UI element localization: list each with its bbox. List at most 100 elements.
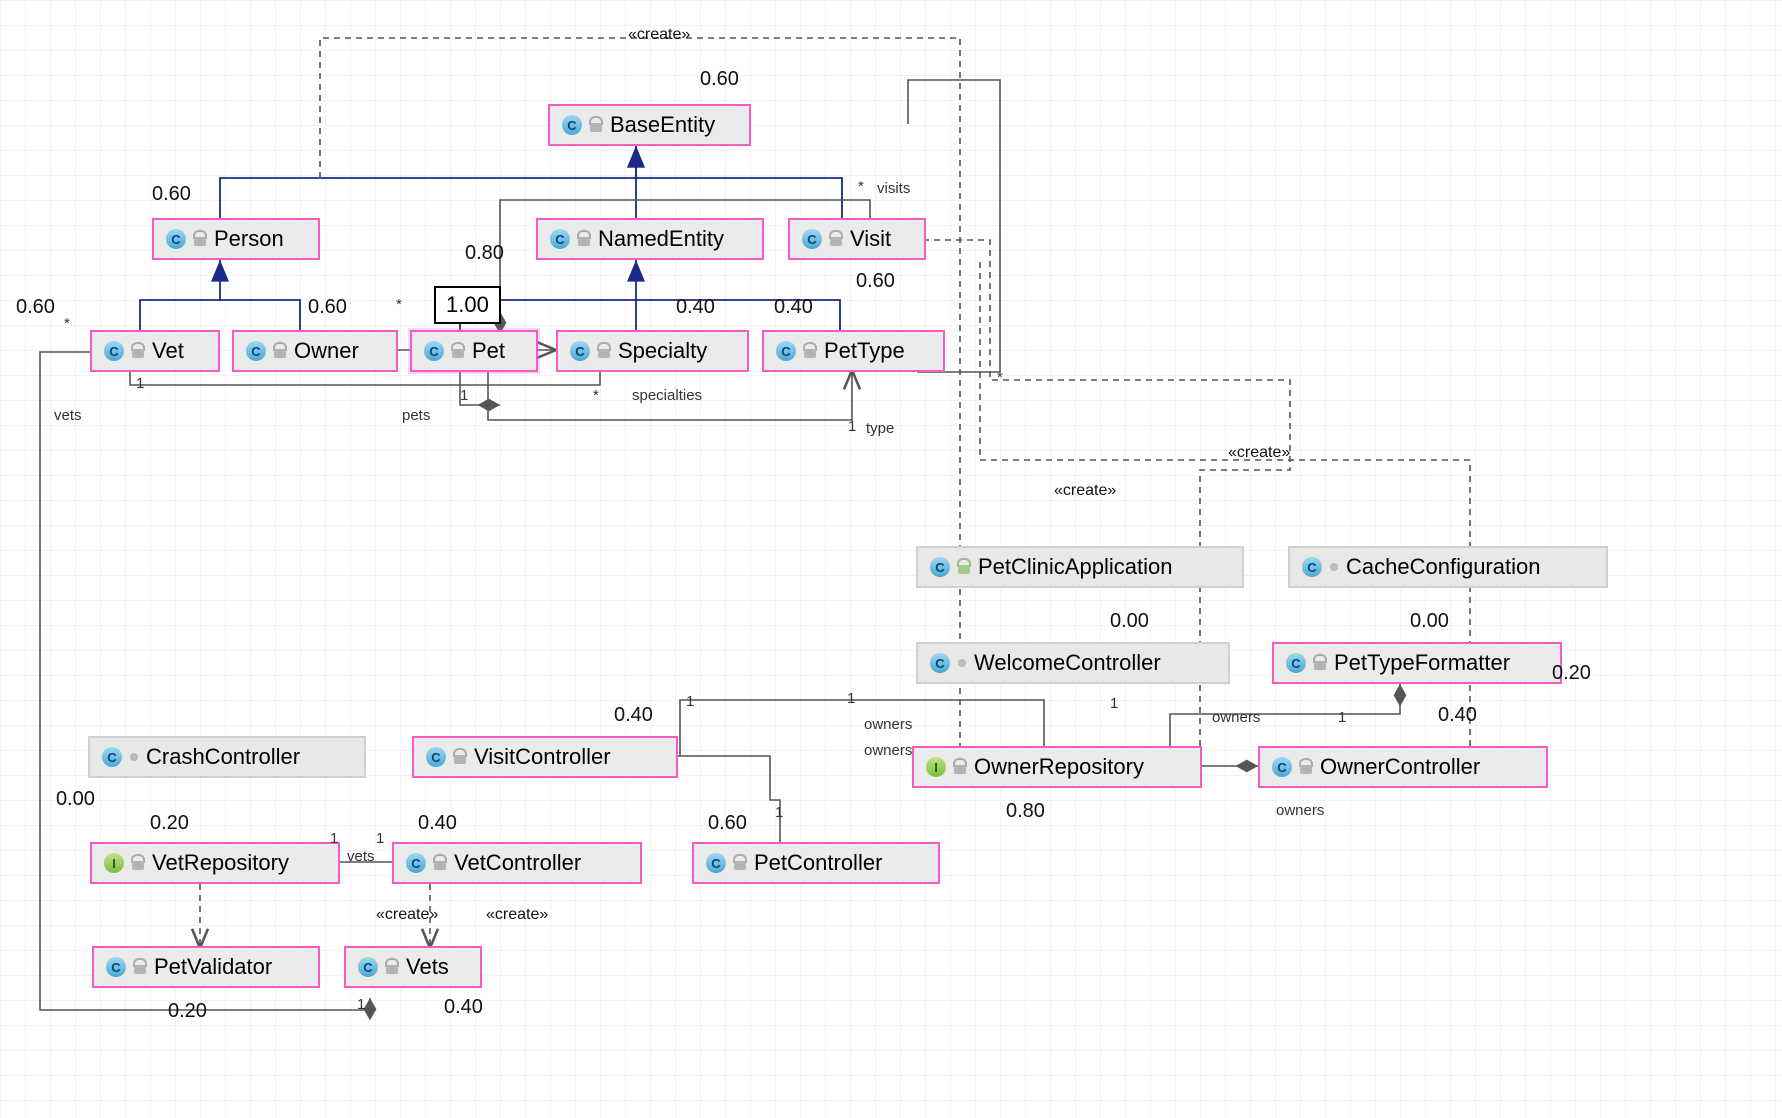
class-icon: C (104, 341, 124, 361)
class-label: OwnerController (1320, 754, 1480, 780)
weight-label: 0.40 (614, 704, 653, 727)
class-Vets[interactable]: C Vets (344, 946, 482, 988)
class-NamedEntity[interactable]: C NamedEntity (536, 218, 764, 260)
class-PetController[interactable]: C PetController (692, 842, 940, 884)
edge-label: 1 (686, 693, 694, 710)
class-VisitController[interactable]: CVisitController (412, 736, 678, 778)
lock-icon (132, 856, 144, 870)
lock-icon (1300, 760, 1312, 774)
weight-label: 0.20 (150, 812, 189, 835)
class-label: CacheConfiguration (1346, 554, 1540, 580)
class-label: CrashController (146, 744, 300, 770)
lock-icon (1314, 656, 1326, 670)
uml-canvas[interactable]: 1.00 CBaseEntityCPersonCNamedEntityCVisi… (0, 0, 1782, 1118)
class-icon: C (406, 853, 426, 873)
edge-label: type (866, 420, 894, 437)
weight-label: 0.40 (444, 996, 483, 1019)
class-label: PetTypeFormatter (1334, 650, 1510, 676)
edge-label: 1 (460, 387, 468, 404)
class-icon: C (1286, 653, 1306, 673)
edge-label: 1 (136, 375, 144, 392)
class-CrashController[interactable]: C CrashController (88, 736, 366, 778)
edge-label: owners (1276, 802, 1324, 819)
class-OwnerRepository[interactable]: IOwnerRepository (912, 746, 1202, 788)
stereotype-label: «create» (376, 906, 438, 924)
edge-label: 1 (847, 690, 855, 707)
weight-edit-box[interactable]: 1.00 (434, 286, 501, 324)
class-OwnerController[interactable]: COwnerController (1258, 746, 1548, 788)
lock-icon (434, 856, 446, 870)
class-label: PetClinicApplication (978, 554, 1172, 580)
class-icon: C (106, 957, 126, 977)
edge-label: 1 (1338, 709, 1346, 726)
class-PetType[interactable]: CPetType (762, 330, 945, 372)
edge-label: 1 (357, 996, 365, 1013)
class-icon: C (358, 957, 378, 977)
stereotype-label: «create» (486, 906, 548, 924)
class-icon: C (802, 229, 822, 249)
class-label: PetController (754, 850, 882, 876)
interface-icon: I (104, 853, 124, 873)
edge-label: specialties (632, 387, 702, 404)
class-icon: C (930, 557, 950, 577)
lock-icon (274, 344, 286, 358)
weight-label: 0.60 (700, 68, 739, 91)
weight-label: 0.40 (1438, 704, 1477, 727)
edge-label: owners (864, 742, 912, 759)
weight-label: 0.00 (1410, 610, 1449, 633)
edge-label: owners (1212, 709, 1260, 726)
class-label: PetValidator (154, 954, 272, 980)
class-label: Visit (850, 226, 891, 252)
class-Specialty[interactable]: CSpecialty (556, 330, 749, 372)
edge-label: * (858, 178, 864, 195)
class-label: Vet (152, 338, 184, 364)
stereotype-label: «create» (628, 26, 690, 44)
class-label: VetRepository (152, 850, 289, 876)
lock-icon (194, 232, 206, 246)
class-Pet[interactable]: CPet (410, 330, 538, 372)
lock-icon (598, 344, 610, 358)
weight-label: 0.40 (418, 812, 457, 835)
class-label: NamedEntity (598, 226, 724, 252)
stereotype-label: «create» (1228, 444, 1290, 462)
edge-label: * (997, 369, 1003, 386)
class-Person[interactable]: CPerson (152, 218, 320, 260)
weight-label: 0.20 (168, 1000, 207, 1023)
class-VetRepository[interactable]: I VetRepository (90, 842, 340, 884)
edge-label: pets (402, 407, 430, 424)
weight-label: 0.60 (152, 183, 191, 206)
class-Owner[interactable]: COwner (232, 330, 398, 372)
class-icon: C (426, 747, 446, 767)
class-icon: C (550, 229, 570, 249)
class-CacheConfiguration[interactable]: CCacheConfiguration (1288, 546, 1608, 588)
edge-label: * (593, 387, 599, 404)
class-PetTypeFormatter[interactable]: C PetTypeFormatter (1272, 642, 1562, 684)
class-label: Vets (406, 954, 449, 980)
lock-icon (804, 344, 816, 358)
weight-label: 0.60 (708, 812, 747, 835)
class-icon: C (706, 853, 726, 873)
edge-label: visits (877, 180, 910, 197)
lock-icon (578, 232, 590, 246)
class-WelcomeController[interactable]: CWelcomeController (916, 642, 1230, 684)
stereotype-label: «create» (1054, 482, 1116, 500)
class-label: Specialty (618, 338, 707, 364)
edge-label: 1 (376, 830, 384, 847)
class-Vet[interactable]: C Vet (90, 330, 220, 372)
class-BaseEntity[interactable]: CBaseEntity (548, 104, 751, 146)
edge-label: 1 (1110, 695, 1118, 712)
class-label: Owner (294, 338, 359, 364)
class-VetController[interactable]: CVetController (392, 842, 642, 884)
weight-label: 0.60 (856, 270, 895, 293)
class-PetValidator[interactable]: C PetValidator (92, 946, 320, 988)
class-label: WelcomeController (974, 650, 1161, 676)
lock-icon (386, 960, 398, 974)
weight-label: 0.60 (16, 296, 55, 319)
lock-icon (830, 232, 842, 246)
edge-label: * (396, 296, 402, 313)
class-icon: C (166, 229, 186, 249)
pin-icon (130, 753, 138, 761)
class-Visit[interactable]: C Visit (788, 218, 926, 260)
class-PetClinicApplication[interactable]: C PetClinicApplication (916, 546, 1244, 588)
class-icon: C (102, 747, 122, 767)
